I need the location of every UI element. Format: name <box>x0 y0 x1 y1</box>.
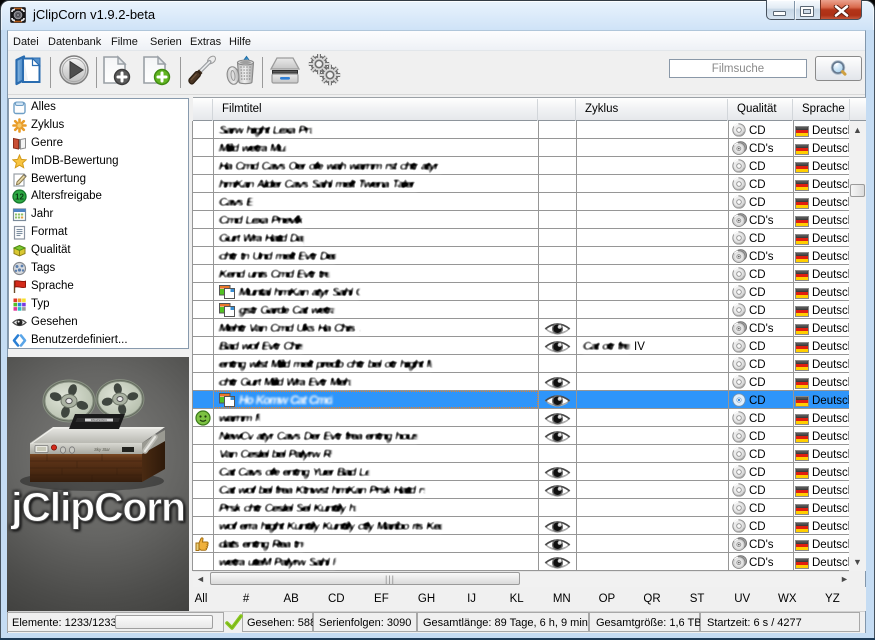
svg-text:PANASONIC: PANASONIC <box>91 418 107 422</box>
svg-text:12: 12 <box>15 192 24 201</box>
svg-text:Sky Star: Sky Star <box>94 447 110 452</box>
